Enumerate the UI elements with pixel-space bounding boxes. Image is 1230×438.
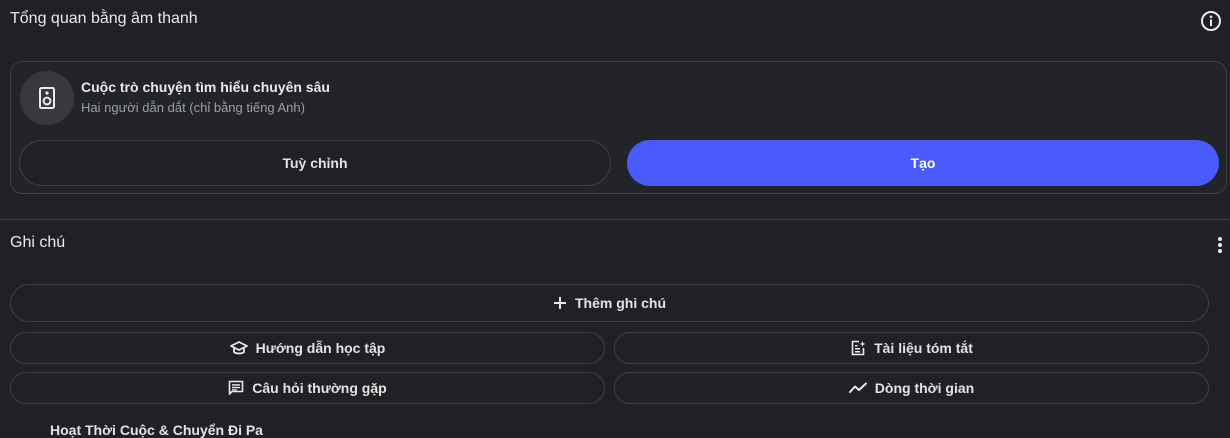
section-divider [0, 219, 1230, 220]
add-note-label: Thêm ghi chú [575, 295, 666, 311]
trend-line-icon [848, 382, 867, 393]
more-vert-icon[interactable] [1216, 236, 1224, 254]
add-note-button[interactable]: Thêm ghi chú [10, 284, 1209, 322]
chat-lines-icon [228, 380, 244, 395]
study-guide-label: Hướng dẫn học tập [255, 340, 386, 356]
notes-title: Ghi chú [10, 234, 66, 251]
timeline-label: Dòng thời gian [874, 380, 975, 396]
briefing-doc-button[interactable]: Tài liệu tóm tắt [614, 332, 1209, 364]
plus-icon [554, 297, 566, 309]
faq-button[interactable]: Câu hỏi thường gặp [10, 372, 605, 404]
study-guide-button[interactable]: Hướng dẫn học tập [10, 332, 605, 364]
briefing-doc-label: Tài liệu tóm tắt [874, 340, 973, 356]
graduation-cap-icon [229, 341, 248, 355]
note-item-title[interactable]: Hoạt Thời Cuộc & Chuyển Đi Pa [50, 422, 263, 438]
create-button[interactable]: Tạo [627, 140, 1219, 186]
audio-overview-title: Tổng quan bằng âm thanh [10, 10, 198, 27]
deep-dive-title: Cuộc trò chuyện tìm hiểu chuyên sâu [81, 79, 330, 95]
customize-button[interactable]: Tuỳ chỉnh [19, 140, 611, 186]
speaker-icon [39, 87, 55, 109]
audio-overview-card: Cuộc trò chuyện tìm hiểu chuyên sâu Hai … [10, 61, 1227, 194]
document-sparkle-icon [851, 340, 866, 356]
deep-dive-subtitle: Hai người dẫn dắt (chỉ bằng tiếng Anh) [81, 100, 305, 115]
timeline-button[interactable]: Dòng thời gian [614, 372, 1209, 404]
speaker-icon-container [20, 71, 74, 125]
faq-label: Câu hỏi thường gặp [252, 380, 387, 396]
info-icon[interactable] [1200, 10, 1222, 32]
